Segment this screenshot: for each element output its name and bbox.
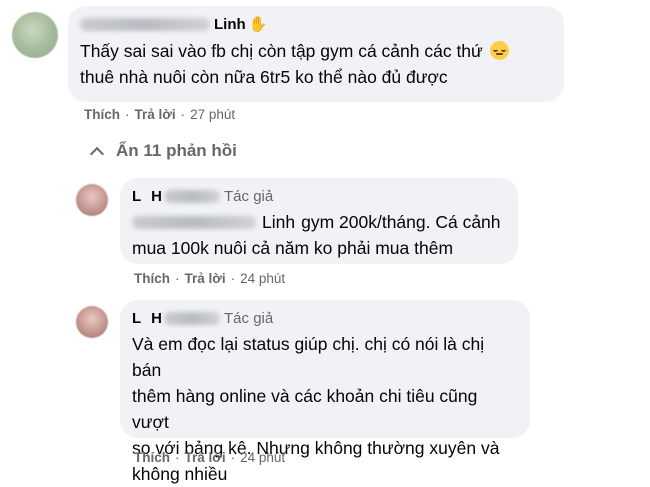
reply-link[interactable]: Trả lời	[185, 271, 226, 286]
reply-link[interactable]: Trả lời	[185, 450, 226, 465]
separator: ·	[125, 107, 130, 122]
comment-text-line: Thấy sai sai vào fb chị còn tập gym cá c…	[80, 41, 483, 61]
comment-text-line: thuê nhà nuôi còn nữa 6tr5 ko thể nào đủ…	[80, 67, 448, 87]
reply-bubble: L H Tác giả Và em đọc lại status giúp ch…	[120, 300, 530, 484]
separator: ·	[180, 107, 186, 122]
author-name-initial[interactable]: L	[132, 310, 141, 327]
reply-avatar[interactable]	[76, 184, 108, 216]
separator: ·	[175, 450, 180, 465]
timestamp[interactable]: 24 phút	[240, 450, 285, 465]
author-name-initial[interactable]: H	[151, 188, 162, 205]
author-name-initial[interactable]: H	[151, 310, 162, 327]
reply-author[interactable]: L H Tác giả	[132, 186, 506, 206]
reply-author[interactable]: L H Tác giả	[132, 308, 518, 328]
comment-author[interactable]: Linh ✋	[80, 14, 552, 34]
mention-name[interactable]: Linh	[262, 209, 295, 235]
blurred-name	[164, 311, 221, 325]
reply-text: Linh gym 200k/tháng. Cá cảnh mua 100k nu…	[132, 209, 506, 261]
reply-avatar[interactable]	[76, 306, 108, 338]
author-name-initial[interactable]: L	[132, 188, 141, 205]
chevron-up-icon	[89, 146, 105, 162]
separator: ·	[175, 271, 180, 286]
timestamp[interactable]: 27 phút	[190, 107, 235, 122]
timestamp[interactable]: 24 phút	[240, 271, 285, 286]
blurred-mention	[132, 215, 256, 229]
reply-text-line: thêm hàng online và các khoản chi tiêu c…	[132, 386, 478, 432]
separator: ·	[230, 271, 236, 286]
reply-link[interactable]: Trả lời	[135, 107, 176, 122]
like-link[interactable]: Thích	[134, 450, 170, 465]
reply-text-line: mua 100k nuôi cả năm ko phải mua thêm	[132, 238, 454, 258]
reply-actions: Thích · Trả lời · 24 phút	[134, 450, 285, 465]
pensive-face-emoji	[489, 41, 509, 60]
reply-text-line: gym 200k/tháng. Cá cảnh	[301, 212, 501, 232]
hide-replies-label: Ẩn 11 phản hồi	[116, 141, 237, 160]
author-name[interactable]: Linh	[214, 16, 246, 33]
separator: ·	[230, 450, 236, 465]
hide-replies-toggle[interactable]: Ẩn 11 phản hồi	[88, 140, 237, 162]
author-badge: Tác giả	[224, 309, 274, 327]
commenter-avatar[interactable]	[12, 12, 58, 58]
reply-text-line: Và em đọc lại status giúp chị. chị có nó…	[132, 334, 485, 380]
waving-hand-icon: ✋	[248, 16, 268, 33]
author-badge: Tác giả	[224, 187, 274, 205]
like-link[interactable]: Thích	[134, 271, 170, 286]
like-link[interactable]: Thích	[84, 107, 120, 122]
blurred-name	[164, 189, 221, 203]
reply-bubble: L H Tác giả Linh gym 200k/tháng. Cá cảnh…	[120, 178, 518, 264]
reply-actions: Thích · Trả lời · 24 phút	[134, 271, 285, 286]
comment-text: Thấy sai sai vào fb chị còn tập gym cá c…	[80, 38, 552, 90]
comment-actions: Thích · Trả lời · 27 phút	[84, 107, 235, 122]
blurred-name	[80, 17, 210, 31]
comment-bubble: Linh ✋ Thấy sai sai vào fb chị còn tập g…	[68, 6, 564, 102]
